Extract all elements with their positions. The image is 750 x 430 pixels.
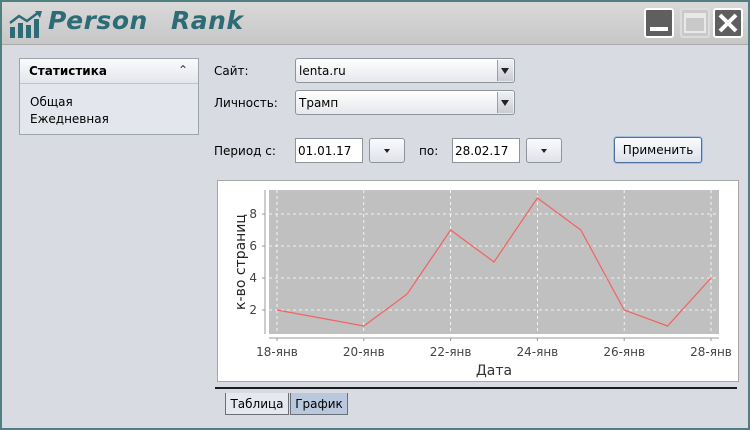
- minimize-icon: [650, 27, 668, 31]
- date-from-picker-button[interactable]: [369, 138, 405, 163]
- site-label: Сайт:: [214, 64, 249, 78]
- x-tick-label: 20-янв: [343, 345, 385, 359]
- app-title: Person Rank: [48, 6, 244, 35]
- close-icon: [718, 13, 738, 33]
- site-select[interactable]: lenta.ru: [295, 58, 515, 83]
- x-tick-label: 24-янв: [517, 345, 559, 359]
- period-to-label: по:: [419, 144, 439, 158]
- chevron-down-icon[interactable]: [497, 92, 513, 113]
- y-tick-label: 4: [249, 271, 257, 285]
- tab-divider: [215, 387, 737, 389]
- maximize-button[interactable]: [680, 8, 710, 38]
- statistics-panel-header[interactable]: Статистика ⌃: [20, 59, 198, 84]
- period-from-label: Период с:: [214, 144, 276, 158]
- tab-table[interactable]: Таблица: [225, 393, 289, 415]
- date-from-value: 01.01.17: [298, 144, 352, 158]
- person-select-value: Трамп: [299, 96, 339, 110]
- person-select[interactable]: Трамп: [295, 90, 515, 115]
- app-window: Person Rank Статистика ⌃ Общая Ежедневна…: [0, 0, 750, 430]
- sidebar-item-general[interactable]: Общая: [30, 95, 73, 109]
- date-to-picker-button[interactable]: [526, 138, 562, 163]
- x-tick-label: 22-янв: [430, 345, 472, 359]
- x-axis-label: Дата: [476, 363, 512, 379]
- y-tick-label: 6: [249, 239, 257, 253]
- date-to-field[interactable]: 28.02.17: [452, 138, 520, 163]
- date-from-field[interactable]: 01.01.17: [295, 138, 363, 163]
- x-tick-label: 26-янв: [603, 345, 645, 359]
- person-label: Личность:: [214, 96, 278, 110]
- bar-chart-logo-icon: [9, 11, 42, 38]
- line-chart: 2 4 6 8 18-янв 20-янв 22-янв 24-янв 26-янв 28-янв…: [233, 190, 732, 379]
- y-tick-label: 2: [249, 303, 257, 317]
- maximize-icon: [684, 13, 706, 33]
- collapse-chevron-icon[interactable]: ⌃: [178, 63, 188, 77]
- chart-panel: 2 4 6 8 18-янв 20-янв 22-янв 24-янв 26-янв 28-янв…: [217, 180, 739, 382]
- close-button[interactable]: [713, 8, 743, 38]
- tab-graph[interactable]: График: [290, 393, 348, 415]
- sidebar-item-daily[interactable]: Ежедневная: [30, 112, 109, 126]
- statistics-panel-title: Статистика: [29, 64, 107, 78]
- date-to-value: 28.02.17: [455, 144, 509, 158]
- y-axis-label: к-во страниц: [233, 214, 249, 310]
- apply-button[interactable]: Применить: [614, 137, 702, 163]
- statistics-panel: Статистика ⌃ Общая Ежедневная: [19, 58, 199, 135]
- x-tick-label: 18-янв: [256, 345, 298, 359]
- site-select-value: lenta.ru: [299, 64, 346, 78]
- minimize-button[interactable]: [644, 8, 674, 38]
- y-tick-label: 8: [249, 207, 257, 221]
- title-bar: Person Rank: [2, 2, 748, 45]
- chevron-down-icon[interactable]: [497, 60, 513, 81]
- x-tick-label: 28-янв: [690, 345, 732, 359]
